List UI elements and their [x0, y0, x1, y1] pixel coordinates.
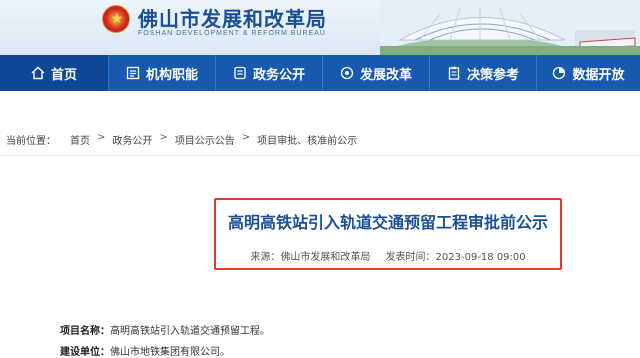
row-value: 高明高铁站引入轨道交通预留工程。 — [110, 326, 270, 337]
row-key: 建设单位： — [60, 347, 110, 358]
target-icon — [340, 66, 354, 80]
row-value: 佛山市地铁集团有限公司。 — [110, 347, 230, 358]
nav-label: 决策参考 — [466, 67, 519, 83]
clipboard-icon — [448, 66, 460, 80]
header-banner: ★ 佛山市发展和改革局 FOSHAN DEVELOPMENT & REFORM … — [0, 0, 640, 55]
breadcrumb: 当前位置： 首页 > 政务公开 > 项目公示公告 > 项目审批、核准前公示 — [6, 132, 357, 147]
breadcrumb-item-notices[interactable]: 项目公示公告 — [175, 132, 235, 147]
nav-item-home[interactable]: 首页 — [0, 55, 108, 91]
body-row: 项目名称：高明高铁站引入轨道交通预留工程。 — [60, 322, 270, 337]
stadium-illustration — [380, 0, 640, 55]
main-nav: 首页 机构职能 政务公开 发展改革 决策参考 数据开放 — [0, 55, 640, 91]
article-meta: 来源：佛山市发展和改革局 发表时间：2023-09-18 09:00 — [214, 248, 562, 263]
site-title[interactable]: 佛山市发展和改革局 — [138, 3, 327, 32]
nav-label: 首页 — [50, 67, 77, 83]
nav-label: 数据开放 — [572, 67, 625, 83]
nav-item-org[interactable]: 机构职能 — [109, 55, 215, 91]
nav-label: 机构职能 — [145, 67, 198, 83]
breadcrumb-separator: > — [241, 132, 251, 143]
nav-item-decision[interactable]: 决策参考 — [430, 55, 536, 91]
nav-item-gov-open[interactable]: 政务公开 — [216, 55, 322, 91]
org-chart-icon — [126, 66, 140, 80]
home-icon — [31, 66, 45, 80]
breadcrumb-item-gov-open[interactable]: 政务公开 — [112, 132, 152, 147]
nav-item-reform[interactable]: 发展改革 — [323, 55, 429, 91]
emblem-icon: ★ — [102, 5, 130, 33]
body-row: 建设单位：佛山市地铁集团有限公司。 — [60, 343, 230, 358]
breadcrumb-divider — [0, 155, 640, 156]
nav-item-data[interactable]: 数据开放 — [537, 55, 640, 91]
breadcrumb-separator: > — [159, 132, 168, 143]
breadcrumb-item-home[interactable]: 首页 — [70, 132, 90, 147]
site-subtitle: FOSHAN DEVELOPMENT & REFORM BUREAU — [138, 30, 326, 37]
nav-label: 发展改革 — [359, 67, 412, 83]
article-date: 发表时间：2023-09-18 09:00 — [385, 252, 526, 263]
breadcrumb-separator: > — [97, 132, 106, 143]
pie-chart-icon — [553, 66, 566, 80]
nav-label: 政务公开 — [252, 67, 305, 83]
breadcrumb-label: 当前位置： — [6, 136, 56, 147]
breadcrumb-item-approval[interactable]: 项目审批、核准前公示 — [257, 132, 357, 147]
document-icon — [234, 66, 246, 80]
article-title: 高明高铁站引入轨道交通预留工程审批前公示 — [227, 213, 548, 232]
row-key: 项目名称： — [60, 326, 110, 337]
article-source: 来源：佛山市发展和改革局 — [250, 252, 371, 263]
